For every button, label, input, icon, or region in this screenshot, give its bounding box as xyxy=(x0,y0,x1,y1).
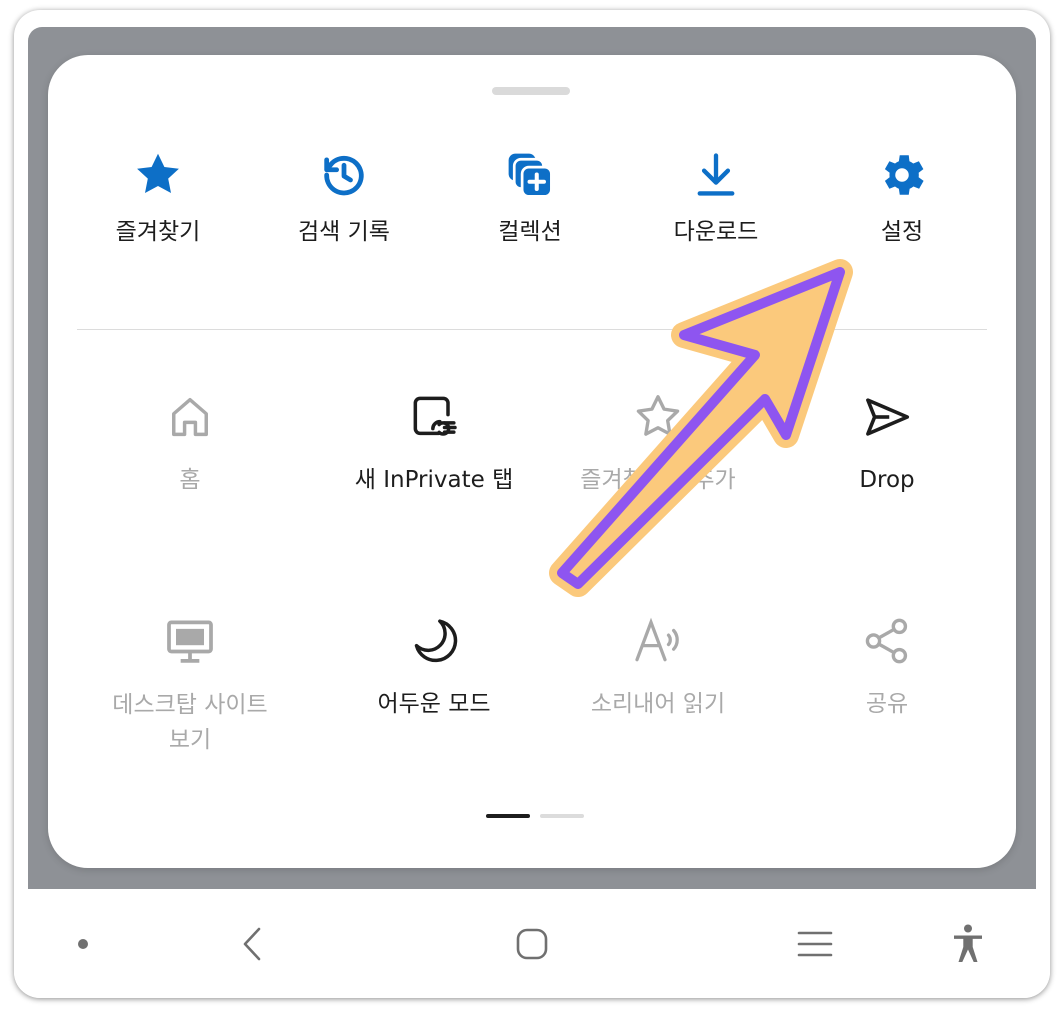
settings-gear-icon xyxy=(872,145,932,205)
collections-label: 컬렉션 xyxy=(498,219,562,245)
system-nav-bar xyxy=(14,889,1050,998)
downloads-button[interactable]: 다운로드 xyxy=(641,145,791,249)
menu-item-label: 공유 xyxy=(865,691,909,717)
menu-item-label-line2: 보기 xyxy=(168,727,212,753)
desktop-icon xyxy=(160,611,220,671)
collections-icon xyxy=(500,145,560,205)
recents-icon[interactable] xyxy=(790,919,840,969)
menu-item-desktop-site[interactable]: 데스크탑 사이트 보기 xyxy=(80,611,300,757)
read-aloud-icon xyxy=(628,611,688,671)
send-icon xyxy=(857,387,917,447)
menu-item-label: 어두운 모드 xyxy=(377,691,491,717)
moon-icon xyxy=(404,611,464,671)
menu-item-label: 소리내어 읽기 xyxy=(590,691,726,717)
phone-screen: 즐겨찾기 검색 기록 컬렉션 다운로드 설정 홈 새 InPrivate 탭 즐… xyxy=(14,10,1050,998)
download-icon xyxy=(686,145,746,205)
favorites-label: 즐겨찾기 xyxy=(115,219,201,245)
page-indicator-active xyxy=(486,814,530,818)
menu-item-share[interactable]: 공유 xyxy=(797,611,977,721)
menu-item-read-aloud[interactable]: 소리내어 읽기 xyxy=(548,611,768,721)
menu-item-label-line1: 데스크탑 사이트 xyxy=(112,692,268,718)
menu-item-inprivate-tab[interactable]: 새 InPrivate 탭 xyxy=(324,387,544,497)
accessibility-icon[interactable] xyxy=(946,917,990,971)
collections-button[interactable]: 컬렉션 xyxy=(455,145,605,249)
menu-item-label: 새 InPrivate 탭 xyxy=(354,467,514,493)
menu-item-label: 즐겨찾기에 추가 xyxy=(580,467,736,493)
back-icon[interactable] xyxy=(230,919,274,969)
menu-item-label: 홈 xyxy=(179,467,201,493)
menu-divider xyxy=(77,329,987,330)
downloads-label: 다운로드 xyxy=(673,219,759,245)
page-indicator-inactive xyxy=(540,814,584,818)
menu-bottom-sheet: 즐겨찾기 검색 기록 컬렉션 다운로드 설정 홈 새 InPrivate 탭 즐… xyxy=(48,55,1016,868)
dot-icon xyxy=(63,924,103,964)
settings-label: 설정 xyxy=(880,219,924,245)
sheet-drag-handle[interactable] xyxy=(492,87,570,95)
menu-item-add-favorite[interactable]: 즐겨찾기에 추가 xyxy=(548,387,768,497)
home-icon[interactable] xyxy=(510,919,554,969)
history-label: 검색 기록 xyxy=(298,219,390,245)
inprivate-tab-icon xyxy=(404,387,464,447)
menu-item-label: Drop xyxy=(859,467,915,493)
history-icon xyxy=(314,145,374,205)
star-icon xyxy=(128,145,188,205)
menu-item-dark-mode[interactable]: 어두운 모드 xyxy=(324,611,544,721)
settings-button[interactable]: 설정 xyxy=(827,145,977,249)
favorites-button[interactable]: 즐겨찾기 xyxy=(83,145,233,249)
menu-item-drop[interactable]: Drop xyxy=(797,387,977,497)
star-add-icon xyxy=(628,387,688,447)
share-icon xyxy=(857,611,917,671)
history-button[interactable]: 검색 기록 xyxy=(269,145,419,249)
home-icon xyxy=(160,387,220,447)
menu-item-home[interactable]: 홈 xyxy=(100,387,280,497)
